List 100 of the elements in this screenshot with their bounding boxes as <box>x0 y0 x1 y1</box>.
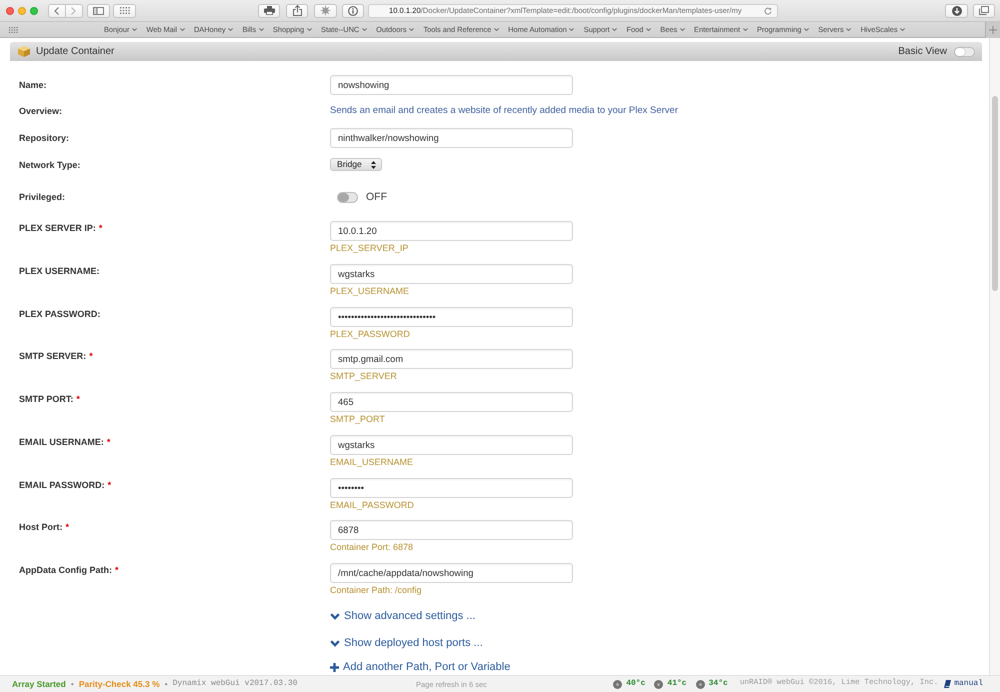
chevron-down-icon <box>409 28 414 31</box>
text-input[interactable]: wgstarks <box>330 434 573 455</box>
sidebar-icon <box>93 6 104 14</box>
disk-icon <box>654 680 664 688</box>
field-hint: SMTP_PORT <box>330 413 386 426</box>
grid-icon <box>9 26 18 32</box>
field-hint: PLEX_USERNAME <box>330 284 410 298</box>
chevron-down-icon <box>180 28 185 31</box>
separator-dot: • <box>164 678 168 690</box>
chevron-down-icon <box>612 28 618 31</box>
sidebar-button[interactable] <box>87 4 110 18</box>
field-label: PLEX PASSWORD: <box>19 308 100 318</box>
close-button[interactable] <box>6 6 14 14</box>
overview-text: Sends an email and creates a website of recently added media to your Plex Server <box>330 104 678 118</box>
version-text: Dynamix webGui v2017.03.30 <box>172 679 298 689</box>
view-toggle-label: Basic View <box>898 46 947 58</box>
disk-icon <box>696 680 705 688</box>
expand-link[interactable]: Show advanced settings ... <box>330 608 476 624</box>
plus-icon <box>989 26 997 34</box>
text-input[interactable]: /mnt/cache/appdata/nowshowing <box>330 563 573 583</box>
text-input[interactable]: smtp.gmail.com <box>330 349 573 370</box>
plus-icon <box>330 662 339 672</box>
field-hint: EMAIL_USERNAME <box>330 456 414 469</box>
chevron-right-icon <box>71 6 76 14</box>
text-input[interactable]: nowshowing <box>330 75 573 95</box>
panel-title: Update Container <box>36 46 114 58</box>
bookmarks-grid-button[interactable] <box>9 26 18 32</box>
chevron-down-icon <box>569 28 574 31</box>
extension-button[interactable] <box>314 4 337 18</box>
chevron-down-icon <box>258 28 264 31</box>
top-sites-button[interactable] <box>113 4 136 18</box>
chevron-down-icon <box>742 28 748 31</box>
required-asterisk: * <box>89 351 93 362</box>
scrollbar[interactable] <box>989 38 1000 675</box>
reload-button[interactable] <box>764 6 772 14</box>
required-asterisk: * <box>115 565 119 575</box>
tabs-icon <box>979 6 989 15</box>
text-input[interactable]: 465 <box>330 392 573 412</box>
toggle-switch[interactable] <box>954 46 975 56</box>
field-hint: EMAIL_PASSWORD <box>330 498 415 512</box>
field-hint: Container Port: 6878 <box>330 541 414 554</box>
tabs-button[interactable] <box>973 4 995 18</box>
required-asterisk: * <box>66 522 70 532</box>
share-button[interactable] <box>286 4 308 18</box>
parity-status: Parity-Check 45.3 % <box>78 678 160 690</box>
chevron-down-icon <box>900 28 906 31</box>
chevron-down-icon <box>494 28 499 31</box>
text-input[interactable]: •••••••••••••••••••••••••••••• <box>330 306 573 326</box>
required-asterisk: * <box>106 436 110 447</box>
separator-dot: • <box>70 678 74 690</box>
field-hint: SMTP_SERVER <box>330 370 398 384</box>
text-input[interactable]: 6878 <box>330 520 573 540</box>
field-label: PLEX USERNAME: <box>19 266 100 276</box>
expand-link[interactable]: Show deployed host ports ... <box>330 636 483 651</box>
temperature-reading: 40°c <box>626 679 646 689</box>
field-label: SMTP PORT: <box>19 394 74 404</box>
print-button[interactable] <box>258 4 280 18</box>
chevron-down-icon <box>646 28 651 31</box>
temperature-reading: 41°c <box>667 679 687 689</box>
minimize-button[interactable] <box>18 6 26 14</box>
field-label: Privileged: <box>19 192 66 202</box>
temperature-reading: 34°c <box>708 679 728 689</box>
back-button[interactable] <box>48 4 66 18</box>
chevron-down-icon <box>330 612 340 620</box>
text-input[interactable]: 10.0.1.20 <box>330 221 573 241</box>
field-label: SMTP SERVER: <box>19 351 86 362</box>
toggle-state-text: OFF <box>366 190 387 204</box>
field-label: Overview: <box>19 106 62 116</box>
chevron-left-icon <box>54 6 60 14</box>
share-icon <box>292 5 302 16</box>
required-asterisk: * <box>76 394 80 404</box>
dropdown-select[interactable]: Bridge <box>330 158 382 171</box>
grid-icon <box>120 7 130 14</box>
chevron-down-icon <box>846 28 852 31</box>
downloads-button[interactable] <box>945 4 968 18</box>
box-icon <box>18 46 30 57</box>
text-input[interactable]: ninthwalker/nowshowing <box>330 128 573 148</box>
updown-arrows-icon <box>371 160 376 168</box>
zoom-button[interactable] <box>30 6 38 14</box>
chevron-down-icon <box>680 28 685 31</box>
forward-button[interactable] <box>66 4 83 18</box>
printer-icon <box>264 6 274 15</box>
toggle-switch[interactable] <box>337 192 358 202</box>
chevron-down-icon <box>306 28 312 31</box>
download-icon <box>952 6 962 16</box>
chevron-down-icon <box>362 28 367 31</box>
manual-link[interactable]: manual <box>954 679 983 689</box>
add-link[interactable]: Add another Path, Port or Variable <box>330 660 510 675</box>
field-label: PLEX SERVER IP: <box>19 223 96 233</box>
field-hint: PLEX_SERVER_IP <box>330 242 410 255</box>
chevron-down-icon <box>804 28 809 31</box>
field-label: Name: <box>19 80 47 90</box>
chevron-down-icon <box>132 28 137 31</box>
text-input[interactable]: •••••••• <box>330 478 573 498</box>
disk-icon <box>613 680 622 688</box>
info-button[interactable] <box>342 4 364 18</box>
burst-icon <box>320 5 331 16</box>
text-input[interactable]: wgstarks <box>330 264 573 284</box>
book-icon <box>944 680 952 688</box>
field-label: Host Port: <box>19 522 62 532</box>
